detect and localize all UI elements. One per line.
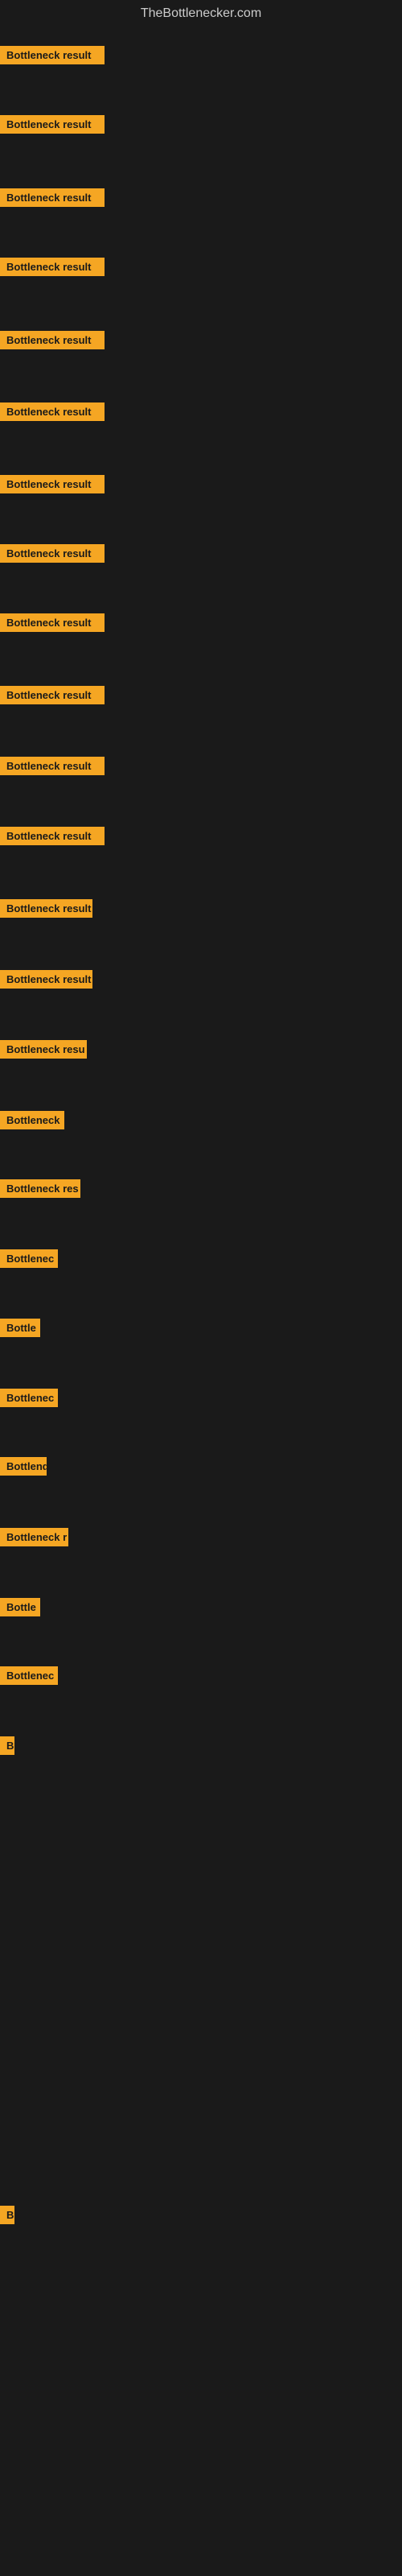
bottleneck-result-item[interactable]: Bottle bbox=[0, 1319, 40, 1337]
bottleneck-result-item[interactable]: Bottlenec bbox=[0, 1666, 58, 1685]
bottleneck-result-item[interactable]: Bottleneck result bbox=[0, 188, 105, 207]
bottleneck-result-item[interactable]: Bottlend bbox=[0, 1457, 47, 1476]
bottleneck-result-item[interactable]: Bottleneck result bbox=[0, 258, 105, 276]
bottleneck-result-item[interactable]: Bottleneck result bbox=[0, 613, 105, 632]
bottleneck-result-item[interactable]: Bottleneck result bbox=[0, 46, 105, 64]
site-title: TheBottlenecker.com bbox=[0, 0, 402, 27]
bottleneck-result-item[interactable]: Bottleneck result bbox=[0, 115, 105, 134]
bottleneck-result-item[interactable]: Bottleneck result bbox=[0, 475, 105, 493]
bottleneck-result-item[interactable]: Bottleneck result bbox=[0, 757, 105, 775]
bottleneck-result-item[interactable]: Bottleneck resu bbox=[0, 1040, 87, 1059]
bottleneck-result-item[interactable]: Bottleneck result bbox=[0, 402, 105, 421]
bottleneck-result-item[interactable]: Bottleneck result bbox=[0, 331, 105, 349]
bottleneck-result-item[interactable]: Bottleneck result bbox=[0, 827, 105, 845]
bottleneck-result-item[interactable]: Bottleneck result bbox=[0, 544, 105, 563]
bottleneck-result-item[interactable]: Bottlenec bbox=[0, 1249, 58, 1268]
bottleneck-result-item[interactable]: Bottleneck result bbox=[0, 686, 105, 704]
bottleneck-result-item[interactable]: B bbox=[0, 2206, 14, 2224]
bottleneck-result-item[interactable]: Bottlenec bbox=[0, 1389, 58, 1407]
bottleneck-result-item[interactable]: Bottleneck res bbox=[0, 1179, 80, 1198]
bottleneck-result-item[interactable]: Bottleneck r bbox=[0, 1528, 68, 1546]
bottleneck-result-item[interactable]: Bottleneck result bbox=[0, 899, 92, 918]
bottleneck-result-item[interactable]: Bottle bbox=[0, 1598, 40, 1616]
bottleneck-result-item[interactable]: Bottleneck bbox=[0, 1111, 64, 1129]
bottleneck-result-item[interactable]: Bottleneck result bbox=[0, 970, 92, 989]
bottleneck-result-item[interactable]: B bbox=[0, 1736, 14, 1755]
